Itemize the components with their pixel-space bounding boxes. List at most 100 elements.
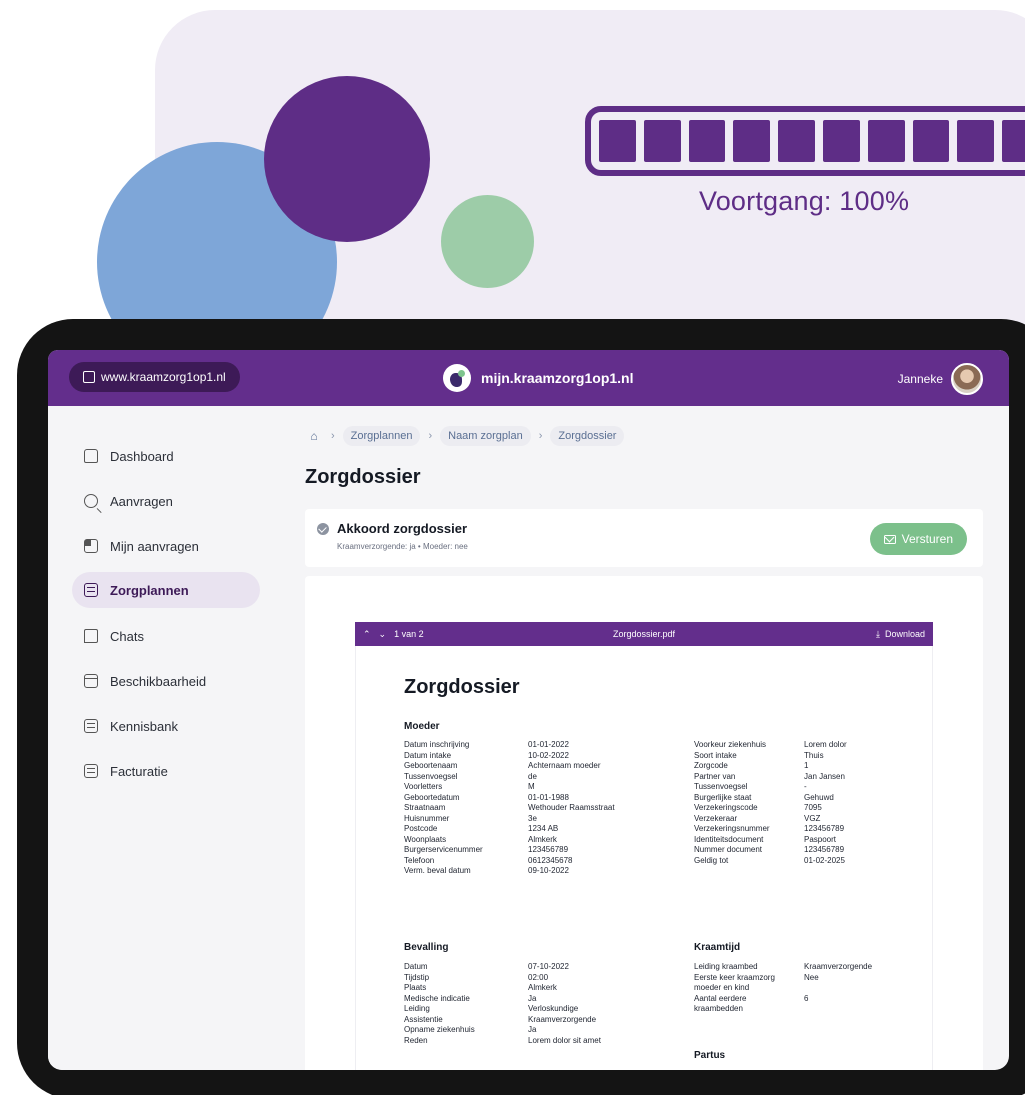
sidebar-item-zorgplannen[interactable]: Zorgplannen [72, 572, 260, 608]
progress-segment [643, 120, 681, 162]
field-value: Nee [804, 972, 819, 982]
progress-segment [688, 120, 726, 162]
page-title: Zorgdossier [305, 466, 421, 488]
field-value: de [528, 771, 537, 781]
sidebar-item-label: Kennisbank [110, 718, 178, 734]
field-value: Ja [528, 1025, 537, 1034]
user-name: Janneke [897, 372, 943, 386]
field-label: Verm. beval datum [404, 866, 471, 875]
user-menu[interactable]: Janneke [898, 363, 983, 395]
chevron-down-icon[interactable]: ⌄ [379, 629, 387, 640]
field-value: 3e [528, 813, 537, 823]
field-label: Tijdstip [404, 972, 430, 982]
field-label: Datum intake [404, 750, 452, 760]
field-label: Assistentie [404, 1014, 443, 1024]
field-value: 09-10-2022 [528, 866, 569, 875]
field-value: Almkerk [528, 834, 557, 844]
section-title-partus: Partus [694, 1050, 726, 1061]
field-label: Verzekeraar [694, 813, 738, 823]
sidebar-item-facturatie[interactable]: Facturatie [72, 753, 260, 789]
progress-segment [912, 120, 950, 162]
field-label: Telefoon [404, 855, 435, 865]
field-label: Plaats [404, 983, 427, 992]
field-value: 01-02-2025 [804, 855, 845, 865]
field-label: Huisnummer [404, 813, 450, 823]
sidebar-item-label: Beschikbaarheid [110, 673, 207, 689]
chevron-up-icon[interactable]: ⌃ [363, 629, 371, 640]
page-indicator: 1 van 2 [394, 629, 424, 639]
field-label: Medische indicatie [404, 993, 470, 1003]
external-link-icon [83, 371, 95, 383]
field-value: 123456789 [528, 845, 569, 854]
brand-logo-icon [443, 364, 471, 392]
field-value: Kraamverzorgende [528, 1014, 597, 1024]
pdf-toolbar: Zorgdossier.pdf ⌃ ⌄ 1 van 2 ⤓ Download [355, 622, 933, 646]
breadcrumb-zorgplannen[interactable]: Zorgplannen [342, 426, 421, 446]
field-value: 01-01-1988 [528, 792, 569, 802]
progress-segment [822, 120, 860, 162]
pdf-viewer: Zorgdossier.pdf ⌃ ⌄ 1 van 2 ⤓ Download Z… [305, 576, 983, 1070]
field-value: 07-10-2022 [528, 962, 569, 971]
book-icon [84, 719, 98, 733]
field-value: Wethouder Raamsstraat [528, 803, 615, 812]
field-value: Jan Jansen [804, 771, 845, 781]
field-label: Straatnaam [404, 803, 446, 812]
sidebar: Dashboard Aanvragen Mijn aanvragen Zorgp… [48, 406, 285, 1070]
sidebar-item-beschikbaarheid[interactable]: Beschikbaarheid [72, 663, 260, 699]
sidebar-item-chats[interactable]: Chats [72, 618, 260, 654]
field-label: Nummer document [694, 845, 763, 854]
top-bar: www.kraamzorg1op1.nl mijn.kraamzorg1op1.… [48, 350, 1009, 406]
approval-card: Akkoord zorgdossier Kraamverzorgende: ja… [305, 509, 983, 567]
field-label: Zorgcode [694, 761, 728, 770]
approval-title: Akkoord zorgdossier [337, 521, 468, 536]
sidebar-item-label: Chats [110, 628, 144, 644]
chevron-right-icon: › [428, 430, 433, 442]
field-label: Geldig tot [694, 855, 729, 865]
progress-bar [585, 106, 1025, 176]
send-button[interactable]: Versturen [869, 523, 967, 555]
purple-circle-decoration [264, 76, 430, 242]
sidebar-item-label: Facturatie [110, 763, 168, 779]
grid-icon [84, 539, 98, 553]
progress-segment [599, 120, 636, 162]
field-label: Identiteitsdocument [694, 834, 764, 844]
progress-segment [733, 120, 771, 162]
field-label: Tussenvoegsel [404, 771, 458, 781]
field-label: Woonplaats [404, 834, 447, 844]
home-icon[interactable]: ⌂ [305, 427, 323, 445]
download-button[interactable]: ⤓ Download [876, 629, 925, 640]
field-value: 02:00 [528, 972, 549, 982]
invoice-icon [84, 764, 98, 778]
main-content: ⌂ › Zorgplannen › Naam zorgplan › Zorgdo… [285, 406, 1009, 1070]
sidebar-item-mijn-aanvragen[interactable]: Mijn aanvragen [72, 528, 260, 564]
field-value: Ja [528, 993, 537, 1003]
brand[interactable]: mijn.kraamzorg1op1.nl [443, 364, 633, 392]
breadcrumb-zorgdossier[interactable]: Zorgdossier [550, 426, 625, 446]
brand-name: mijn.kraamzorg1op1.nl [481, 370, 634, 386]
field-value: M [528, 782, 535, 791]
breadcrumb-naam-zorgplan[interactable]: Naam zorgplan [440, 426, 531, 446]
section-title-moeder: Moeder [404, 721, 440, 732]
progress-segment [867, 120, 905, 162]
website-link-button[interactable]: www.kraamzorg1op1.nl [69, 362, 240, 392]
sidebar-item-dashboard[interactable]: Dashboard [72, 438, 260, 474]
website-link-label: www.kraamzorg1op1.nl [101, 370, 226, 384]
mail-icon [883, 534, 896, 544]
sidebar-item-aanvragen[interactable]: Aanvragen [72, 483, 260, 519]
field-label: Eerste keer kraamzorg [694, 972, 775, 982]
field-value: 10-02-2022 [528, 750, 569, 760]
sidebar-item-label: Dashboard [110, 448, 174, 464]
field-value: 1234 AB [528, 824, 559, 833]
chat-icon [84, 629, 98, 643]
sidebar-item-kennisbank[interactable]: Kennisbank [72, 708, 260, 744]
field-label: Burgerservicenummer [404, 845, 483, 854]
green-circle-decoration [441, 195, 534, 288]
field-label: Burgerlijke staat [694, 792, 752, 802]
home-icon [84, 449, 98, 463]
field-label: Verzekeringscode [694, 803, 758, 812]
field-label: Opname ziekenhuis [404, 1025, 475, 1034]
field-label: Geboortenaam [404, 761, 458, 770]
app-screen: www.kraamzorg1op1.nl mijn.kraamzorg1op1.… [48, 350, 1009, 1070]
chevron-right-icon: › [331, 430, 335, 442]
send-button-label: Versturen [901, 532, 953, 546]
